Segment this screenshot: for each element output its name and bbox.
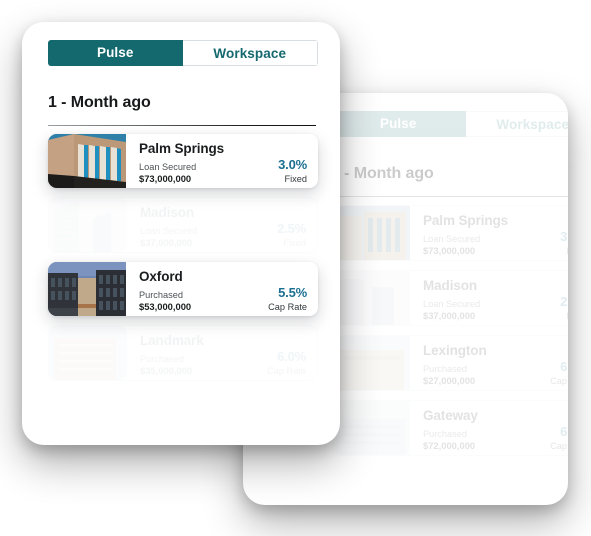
property-rate-label: Fixed — [560, 310, 568, 322]
property-rate-group: 3.0% Fixed — [560, 230, 568, 257]
property-amount: $72,000,000 — [423, 440, 476, 451]
property-amount: $73,000,000 — [423, 245, 476, 256]
property-rate: 5.5% — [278, 285, 307, 300]
property-list: Palm Springs Loan Secured $73,000,000 3.… — [48, 134, 318, 390]
table-row[interactable]: Madison Loan Secured $37,000,000 2.5% Fi… — [48, 197, 318, 253]
property-name: Landmark — [140, 333, 204, 348]
table-row[interactable]: Palm Springs Loan Secured $73,000,000 3.… — [48, 134, 318, 188]
tab-workspace[interactable]: Workspace — [182, 40, 318, 66]
property-status: Purchased — [423, 364, 467, 374]
property-rate-label: Cap Rate — [267, 366, 306, 376]
property-rate-label: Fixed — [283, 238, 306, 248]
table-row[interactable]: Lexington Purchased $27,000,000 6.5% Cap… — [331, 335, 568, 391]
property-rate-group: 5.5% Cap Rate — [268, 286, 307, 313]
foreground-panel: Pulse Workspace 1 - Month ago Palm Sprin… — [22, 22, 340, 445]
property-rate: 2.5% — [560, 294, 568, 309]
table-row[interactable]: Gateway Purchased $72,000,000 6.0% Cap R… — [331, 400, 568, 456]
property-rate-label: Fixed — [284, 174, 307, 184]
property-status: Purchased — [423, 429, 467, 439]
back-tab-workspace[interactable]: Workspace — [465, 111, 568, 137]
property-rate: 2.5% — [277, 221, 306, 236]
tab-pulse[interactable]: Pulse — [48, 40, 183, 66]
row-body: Palm Springs Loan Secured $73,000,000 3.… — [126, 134, 318, 188]
row-body: Gateway Purchased $72,000,000 6.0% Cap R… — [410, 401, 568, 455]
back-tab-pulse[interactable]: Pulse — [331, 111, 466, 137]
property-rate-group: 6.5% Cap Rate — [550, 360, 568, 387]
table-row[interactable]: Oxford Purchased $53,000,000 5.5% Cap Ra… — [48, 262, 318, 316]
property-rate-label: Cap Rate — [550, 441, 568, 451]
property-rate-group: 2.5% Fixed — [277, 222, 306, 249]
table-row[interactable]: Landmark Purchased $35,000,000 6.0% Cap … — [48, 325, 318, 381]
screenshot-stage: Pulse Workspace 1 - Month ago Palm Sprin… — [0, 0, 591, 536]
row-body: Madison Loan Secured $37,000,000 2.5% Fi… — [410, 271, 568, 325]
property-rate: 6.0% — [560, 424, 568, 439]
property-rate: 3.0% — [560, 229, 568, 244]
property-name: Oxford — [139, 269, 183, 284]
property-thumbnail-icon — [48, 262, 126, 316]
property-name: Madison — [423, 278, 478, 293]
property-name: Lexington — [423, 343, 487, 358]
back-panel-tab-bar[interactable]: Pulse Workspace — [331, 111, 568, 137]
property-thumbnail-icon — [49, 198, 127, 252]
property-rate-label: Cap Rate — [550, 376, 568, 386]
property-thumbnail-icon — [332, 271, 410, 325]
property-rate-label: Fixed — [560, 245, 568, 257]
property-rate: 6.5% — [560, 359, 568, 374]
property-rate-group: 6.0% Cap Rate — [267, 350, 306, 377]
property-rate-label: Cap Rate — [268, 302, 307, 312]
tab-bar[interactable]: Pulse Workspace — [48, 40, 318, 66]
section-divider — [48, 125, 316, 126]
property-rate-group: 6.0% Cap Rate — [550, 425, 568, 452]
property-name: Madison — [140, 205, 195, 220]
table-row[interactable]: Palm Springs Loan Secured $73,000,000 3.… — [331, 205, 568, 261]
row-body: Oxford Purchased $53,000,000 5.5% Cap Ra… — [126, 262, 318, 316]
row-body: Lexington Purchased $27,000,000 6.5% Cap… — [410, 336, 568, 390]
property-amount: $27,000,000 — [423, 375, 476, 386]
row-body: Landmark Purchased $35,000,000 6.0% Cap … — [127, 326, 317, 380]
property-rate-group: 2.5% Fixed — [560, 295, 568, 322]
property-thumbnail-icon — [332, 401, 410, 455]
page-title: 1 - Month ago — [48, 94, 151, 111]
property-name: Gateway — [423, 408, 478, 423]
back-panel-divider — [331, 196, 568, 197]
table-row[interactable]: Madison Loan Secured $37,000,000 2.5% Fi… — [331, 270, 568, 326]
property-amount: $37,000,000 — [423, 310, 476, 321]
property-name: Palm Springs — [139, 141, 225, 156]
back-panel-section-title: 1 - Month ago — [331, 165, 434, 182]
row-body: Madison Loan Secured $37,000,000 2.5% Fi… — [127, 198, 317, 252]
property-rate-group: 3.0% Fixed — [278, 158, 307, 185]
property-name: Palm Springs — [423, 213, 509, 228]
property-status: Loan Secured — [423, 234, 481, 244]
property-thumbnail-icon — [332, 206, 410, 260]
property-thumbnail-icon — [332, 336, 410, 390]
property-status: Loan Secured — [423, 299, 481, 309]
row-body: Palm Springs Loan Secured $73,000,000 3.… — [410, 206, 568, 260]
back-panel-property-list: Palm Springs Loan Secured $73,000,000 3.… — [331, 205, 568, 465]
property-thumbnail-icon — [49, 326, 127, 380]
property-rate: 3.0% — [278, 157, 307, 172]
property-thumbnail-icon — [48, 134, 126, 188]
property-rate: 6.0% — [277, 349, 306, 364]
